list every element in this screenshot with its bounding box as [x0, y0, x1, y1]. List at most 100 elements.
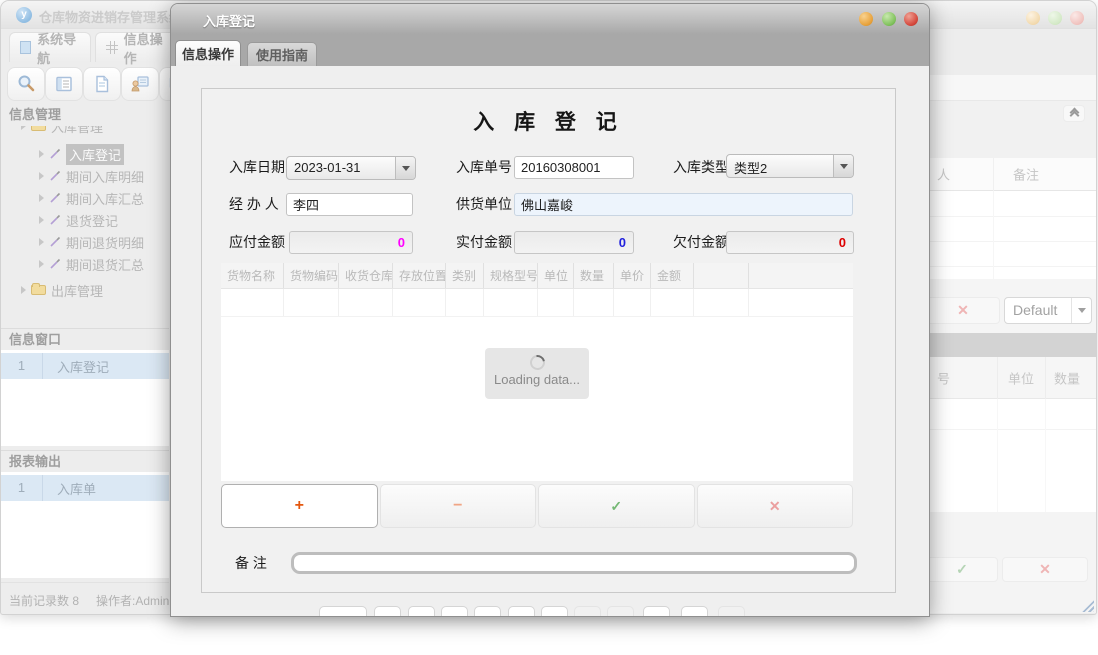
nav-button[interactable] — [508, 606, 535, 617]
table-row[interactable] — [221, 289, 853, 317]
nav-button[interactable] — [374, 606, 401, 617]
cancel-button[interactable]: ✕ — [1002, 557, 1088, 582]
nav-button[interactable] — [474, 606, 501, 617]
search-button[interactable] — [7, 67, 45, 101]
date-combobox[interactable]: 2023-01-31 — [286, 156, 416, 180]
column-header[interactable]: 数量 — [574, 263, 614, 288]
pencil-icon — [49, 148, 61, 160]
collapse-panel-button[interactable] — [1063, 105, 1085, 122]
column-header[interactable]: 货物编码 — [284, 263, 339, 288]
default-dropdown[interactable]: Default — [1004, 297, 1092, 324]
nav-button[interactable] — [441, 606, 468, 617]
handler-label: 经 办 人 — [229, 193, 279, 216]
minimize-button[interactable] — [859, 12, 873, 26]
remark-input[interactable] — [291, 552, 857, 574]
tree-item-period-return-detail[interactable]: 期间退货明细 — [39, 231, 144, 253]
report-output-list: 1 入库单 — [1, 472, 169, 578]
tree-item-period-return-summary[interactable]: 期间退货汇总 — [39, 253, 144, 275]
user-chart-button[interactable] — [121, 67, 159, 101]
list-item[interactable]: 1 入库登记 — [1, 353, 169, 379]
dropdown-arrow-button[interactable] — [1071, 298, 1091, 323]
close-button[interactable] — [1070, 11, 1084, 25]
add-row-button[interactable]: + — [221, 484, 378, 528]
date-label: 入库日期 — [229, 156, 285, 179]
cross-icon: ✕ — [957, 302, 969, 318]
chevron-down-icon — [402, 166, 410, 171]
order-label: 入库单号 — [456, 156, 512, 179]
chevron-right-icon — [39, 260, 44, 268]
cancel-button[interactable]: ✕ — [697, 484, 854, 528]
document-button[interactable] — [83, 67, 121, 101]
close-button[interactable] — [904, 12, 918, 26]
loading-spinner-icon — [527, 352, 548, 373]
column-header[interactable]: 类别 — [446, 263, 484, 288]
maximize-button[interactable] — [1048, 11, 1062, 25]
tree-item-period-stockin-summary[interactable]: 期间入库汇总 — [39, 187, 144, 209]
right-table2-header: 号 单位 数量 — [930, 357, 1097, 399]
dropdown-value: Default — [1013, 302, 1057, 318]
column-header: 单位 — [1008, 368, 1034, 387]
dialog-titlebar[interactable]: 入库登记 — [171, 4, 929, 34]
nav-button[interactable] — [574, 606, 601, 617]
column-header[interactable]: 收货仓库 — [339, 263, 393, 288]
list-item[interactable]: 1 入库单 — [1, 475, 169, 501]
chevron-right-icon — [39, 150, 44, 158]
tree-item-return-register[interactable]: 退货登记 — [39, 209, 118, 231]
supplier-input[interactable] — [514, 193, 853, 216]
pencil-icon — [49, 214, 61, 226]
nav-button[interactable] — [541, 606, 568, 617]
column-header[interactable]: 金额 — [651, 263, 694, 288]
column-header: 数量 — [1054, 368, 1080, 387]
supplier-label: 供货单位 — [456, 193, 512, 216]
confirm-button[interactable]: ✓ — [926, 557, 998, 582]
record-count: 当前记录数 8 — [9, 592, 79, 609]
type-label: 入库类型 — [673, 156, 729, 179]
cross-icon: ✕ — [1039, 561, 1051, 577]
list-button[interactable] — [45, 67, 83, 101]
tree-item-stockout-mgmt[interactable]: 出库管理 — [21, 279, 103, 301]
tree-item-period-stockin-detail[interactable]: 期间入库明细 — [39, 165, 144, 187]
confirm-button[interactable]: ✓ — [538, 484, 695, 528]
form-heading: 入 库 登 记 — [201, 106, 896, 136]
check-icon: ✓ — [956, 561, 968, 577]
nav-button[interactable] — [643, 606, 670, 617]
goods-table-header: 货物名称 货物编码 收货仓库 存放位置 类别 规格型号 单位 数量 单价 金额 — [221, 263, 853, 289]
grid-icon — [106, 41, 118, 54]
column-header[interactable]: 存放位置 — [393, 263, 446, 288]
app-icon: y — [16, 7, 32, 23]
remove-row-button[interactable]: − — [380, 484, 537, 528]
nav-button[interactable] — [718, 606, 745, 617]
nav-button[interactable] — [607, 606, 634, 617]
minimize-button[interactable] — [1026, 11, 1040, 25]
operator-label: 操作者:Admin — [96, 592, 169, 609]
cross-icon: ✕ — [769, 498, 781, 515]
tree-item-stockin-register[interactable]: 入库登记 — [39, 143, 124, 165]
column-header[interactable]: 单位 — [538, 263, 574, 288]
tab-user-guide[interactable]: 使用指南 — [247, 42, 317, 66]
clear-filter-button[interactable]: ✕ — [926, 297, 1000, 324]
tab-info-ops[interactable]: 信息操作 — [95, 32, 181, 62]
column-header[interactable]: 单价 — [614, 263, 651, 288]
row-label: 入库登记 — [43, 357, 109, 376]
tab-system-nav[interactable]: 系统导航 — [9, 32, 91, 62]
tree-label: 期间入库汇总 — [66, 189, 144, 208]
squares-icon — [20, 41, 31, 54]
order-input[interactable] — [514, 156, 634, 179]
user-chart-icon — [130, 74, 150, 94]
column-header[interactable]: 规格型号 — [484, 263, 538, 288]
nav-button[interactable] — [319, 606, 367, 617]
section-info-window: 信息窗口 — [1, 328, 169, 350]
nav-button[interactable] — [681, 606, 708, 617]
pencil-icon — [49, 236, 61, 248]
type-combobox[interactable]: 类型2 — [726, 154, 854, 178]
right-table2-body — [930, 399, 1097, 512]
nav-button[interactable] — [408, 606, 435, 617]
column-header[interactable]: 货物名称 — [221, 263, 284, 288]
handler-input[interactable] — [286, 193, 413, 216]
dropdown-arrow-button[interactable] — [395, 157, 415, 179]
row-index: 1 — [1, 353, 43, 379]
dropdown-arrow-button[interactable] — [833, 155, 853, 177]
maximize-button[interactable] — [882, 12, 896, 26]
tab-info-operation[interactable]: 信息操作 — [175, 40, 241, 66]
chevron-right-icon — [21, 286, 26, 294]
